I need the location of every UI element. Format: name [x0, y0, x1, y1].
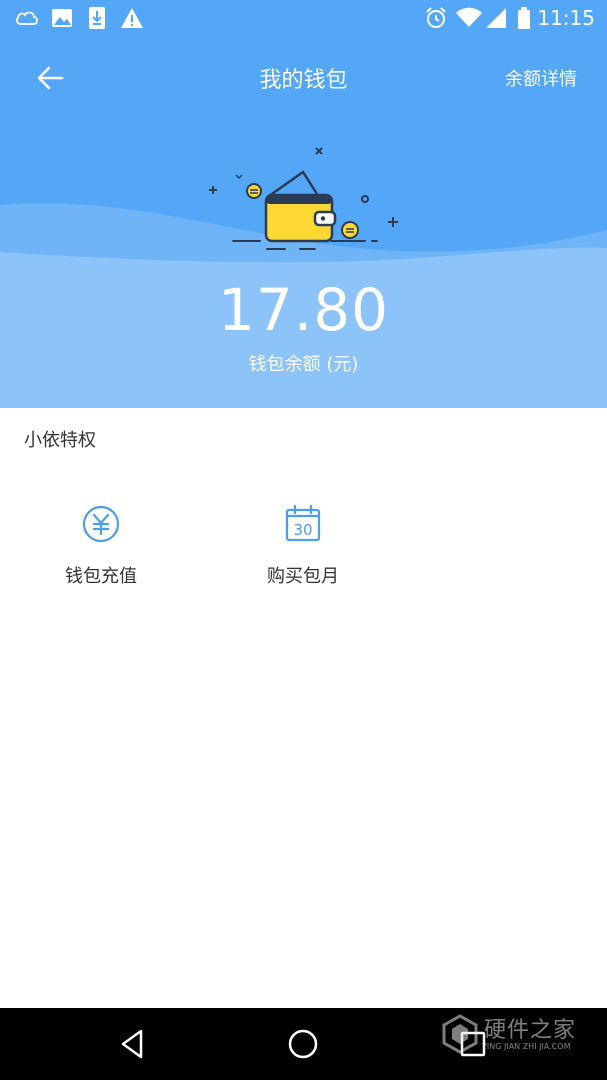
battery-icon: [518, 7, 530, 29]
status-time: 11:15: [537, 6, 595, 30]
balance-label: 钱包余额 (元): [248, 354, 359, 375]
buy-monthly-button[interactable]: 30 购买包月: [223, 500, 383, 600]
wifi-icon: [456, 7, 482, 27]
buy-monthly-label: 购买包月: [267, 566, 339, 587]
status-bar: 11:15: [0, 0, 607, 36]
watermark-text: 硬件之家: [484, 1018, 577, 1043]
cloud-icon: [16, 11, 38, 25]
warning-icon: [121, 8, 143, 28]
top-app-bar: 我的钱包 余额详情: [0, 50, 607, 106]
alarm-icon: [426, 7, 446, 28]
signal-icon: [486, 8, 506, 28]
image-icon: [52, 9, 72, 27]
download-icon: [89, 7, 105, 29]
yuan-circle-icon: [82, 505, 120, 543]
wallet-header: 11:15 我的钱包 余额详情 17.80 钱包余额 (元): [0, 0, 607, 408]
calendar-icon-number: 30: [293, 521, 312, 539]
wallet-recharge-button[interactable]: 钱包充值: [21, 500, 181, 600]
privileges-section-title: 小依特权: [24, 430, 96, 451]
balance-details-link[interactable]: 余额详情: [505, 65, 577, 91]
site-watermark: 硬件之家 YING JIAN ZHI JIA.COM: [440, 1012, 600, 1058]
wallet-recharge-label: 钱包充值: [65, 566, 137, 587]
balance-amount: 17.80: [217, 276, 390, 344]
watermark-subtext: YING JIAN ZHI JIA.COM: [482, 1042, 571, 1051]
nav-back-icon[interactable]: [113, 1024, 153, 1064]
system-navigation-bar: 硬件之家 YING JIAN ZHI JIA.COM: [0, 1008, 607, 1080]
wallet-illustration: [209, 147, 398, 250]
calendar-icon: 30: [285, 504, 321, 542]
hexagon-logo-icon: [442, 1014, 478, 1054]
nav-home-icon[interactable]: [283, 1024, 323, 1064]
